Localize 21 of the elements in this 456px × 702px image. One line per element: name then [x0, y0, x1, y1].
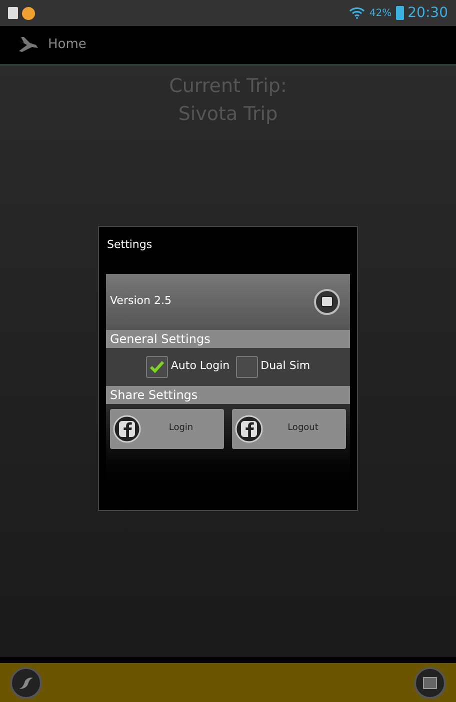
checkbox[interactable]	[146, 356, 168, 378]
section-header: Share Settings	[106, 386, 350, 404]
checkbox[interactable]	[236, 356, 258, 378]
facebook-button[interactable]: Login	[110, 408, 224, 448]
facebook-icon	[235, 414, 263, 442]
notification-icon	[8, 7, 18, 19]
action-bar-title: Home	[48, 36, 86, 54]
version-text: Version 2.5	[110, 293, 172, 310]
app-notification-icon	[22, 6, 35, 20]
battery-percentage: 42%	[369, 6, 392, 20]
clock: 20:30	[408, 4, 448, 22]
facebook-icon	[113, 414, 141, 442]
section-header: General Settings	[106, 330, 350, 348]
checkbox-label: Auto Login	[170, 358, 230, 374]
dialog-title: Settings	[107, 237, 154, 253]
facebook-button[interactable]: Logout	[232, 408, 346, 448]
contact-button[interactable]	[314, 288, 340, 314]
wifi-icon	[349, 7, 366, 19]
battery-icon	[396, 6, 404, 20]
checkmark-icon	[148, 360, 165, 374]
checkbox-label: Dual Sim	[260, 358, 310, 374]
